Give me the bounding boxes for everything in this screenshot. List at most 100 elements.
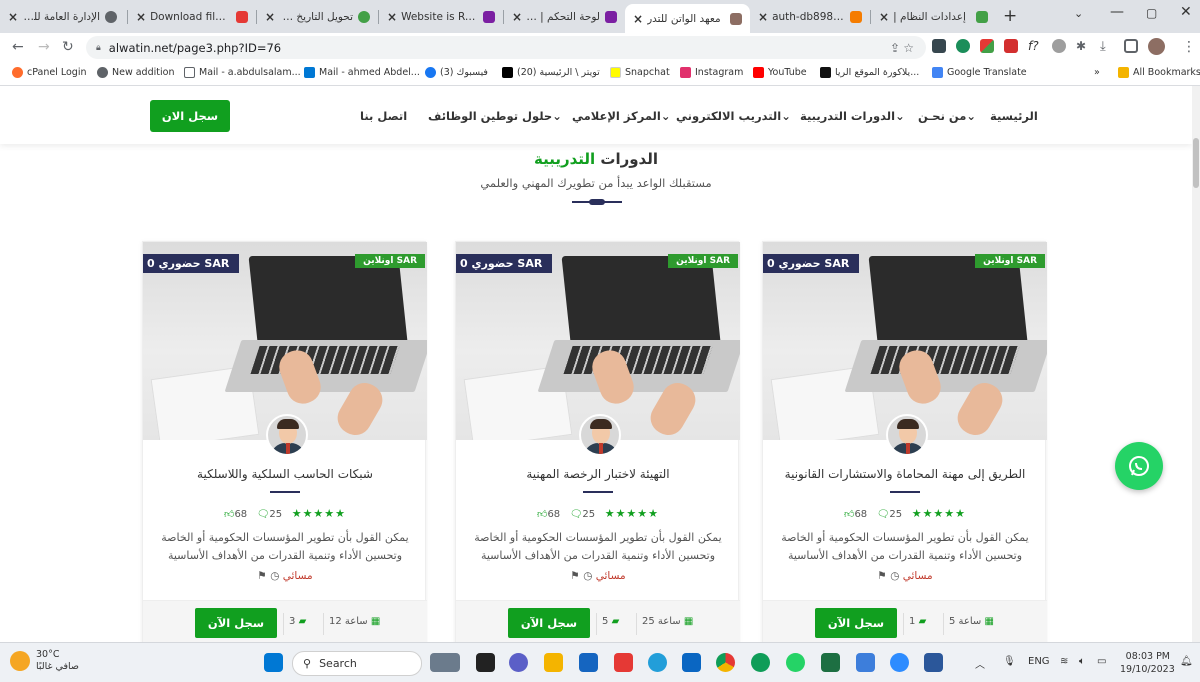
side-panel-icon[interactable]	[1124, 39, 1138, 53]
taskbar-search[interactable]: ⚲ Search	[292, 651, 422, 676]
folder-icon[interactable]	[544, 653, 563, 672]
address-bar[interactable]: 🔒︎ alwatin.net/page3.php?ID=76 ⇪ ☆	[86, 36, 926, 59]
bookmark-mail-2[interactable]: Mail - ahmed Abdel...	[304, 67, 420, 78]
chevron-up-icon[interactable]: ︿	[975, 656, 985, 671]
profile-avatar[interactable]	[1148, 38, 1165, 55]
bookmark-new-addition[interactable]: New addition	[97, 67, 174, 78]
nav-about[interactable]: من نحـن⌄	[918, 109, 976, 123]
close-tab-icon[interactable]: ×	[758, 10, 768, 24]
tab-0[interactable]: × الإدارة العامة للتدر	[0, 5, 125, 29]
whatsapp-icon[interactable]	[786, 653, 805, 672]
tab-3[interactable]: × Website is Ready	[379, 5, 503, 29]
outlook-icon[interactable]	[682, 653, 701, 672]
zoom-icon[interactable]	[890, 653, 909, 672]
chrome-icon[interactable]	[716, 653, 735, 672]
close-window-icon[interactable]: ✕	[1180, 4, 1192, 20]
function-icon[interactable]: f?	[1028, 39, 1042, 53]
nav-courses[interactable]: الدورات التدريبية⌄	[800, 109, 905, 123]
extension-icon[interactable]	[932, 39, 946, 53]
register-now-button[interactable]: سجل الان	[150, 100, 230, 132]
shield-icon[interactable]	[956, 39, 970, 53]
microphone-icon[interactable]: 🎙︎	[1003, 656, 1016, 667]
more-bookmarks-chevron[interactable]: »	[1094, 67, 1100, 78]
course-card[interactable]: اونلاين SAR حضوري 0 SAR الطريق إلى مهنة …	[762, 241, 1047, 642]
tab-4[interactable]: × لوحة التحكم | ger	[504, 5, 625, 29]
new-tab-icon[interactable]: +	[1003, 6, 1017, 26]
close-tab-icon[interactable]: ×	[265, 10, 275, 24]
close-tab-icon[interactable]: ×	[879, 10, 889, 24]
battery-icon[interactable]: ▭	[1097, 656, 1106, 667]
photos-icon[interactable]	[430, 653, 460, 672]
windows-start-icon[interactable]	[264, 653, 283, 672]
tab-7[interactable]: × إعدادات النظام |	[871, 5, 996, 29]
tab-5-active[interactable]: × معهد الواتن للتدر	[625, 4, 750, 33]
database-icon	[850, 11, 862, 23]
back-arrow-icon[interactable]: ←	[12, 39, 24, 55]
reload-icon[interactable]: ↻	[62, 39, 74, 55]
close-tab-icon[interactable]: ×	[8, 10, 18, 24]
anydesk-icon[interactable]	[614, 653, 633, 672]
bookmark-google-translate[interactable]: Google Translate	[932, 67, 1027, 78]
wifi-icon[interactable]: ≋	[1060, 656, 1068, 667]
bookmark-snapchat[interactable]: Snapchat	[610, 67, 670, 78]
telegram-icon[interactable]	[648, 653, 667, 672]
chevron-down-icon[interactable]: ⌄	[1074, 7, 1083, 20]
bookmark-label: Google Translate	[947, 67, 1027, 78]
tab-2[interactable]: × تحويل التاريخ | الى	[257, 5, 378, 29]
bookmark-cpanel[interactable]: cPanel Login	[12, 67, 87, 78]
scrollbar-thumb[interactable]	[1193, 138, 1199, 188]
tab-6[interactable]: × auth-db898.hstg	[750, 5, 870, 29]
all-bookmarks-folder[interactable]: All Bookmarks	[1118, 67, 1200, 78]
notepad-icon[interactable]	[856, 653, 875, 672]
course-card[interactable]: اونلاين SAR حضوري 0 SAR شبكات الحاسب الس…	[142, 241, 427, 642]
system-clock[interactable]: 08:03 PM 19/10/2023	[1120, 650, 1175, 676]
word-icon[interactable]	[924, 653, 943, 672]
course-card[interactable]: اونلاين SAR حضوري 0 SAR التهيئة لاختبار …	[455, 241, 740, 642]
course-title[interactable]: الطريق إلى مهنة المحاماة والاستشارات الق…	[763, 467, 1047, 481]
file-explorer-icon[interactable]	[476, 653, 495, 672]
tab-1[interactable]: × Download file | i	[128, 5, 256, 29]
close-tab-icon[interactable]: ×	[136, 10, 146, 24]
pdf-icon[interactable]	[1004, 39, 1018, 53]
language-indicator[interactable]: ENG	[1028, 656, 1050, 667]
download-icon[interactable]: ⤓	[1100, 39, 1114, 54]
forward-arrow-icon[interactable]: →	[38, 39, 50, 55]
globe-icon[interactable]	[1052, 39, 1066, 53]
speaker-icon[interactable]: 🔈︎	[1079, 656, 1085, 667]
close-tab-icon[interactable]: ×	[633, 12, 643, 26]
page-scrollbar[interactable]	[1192, 86, 1200, 642]
course-register-button[interactable]: سجل الآن	[195, 608, 277, 638]
course-register-button[interactable]: سجل الآن	[815, 608, 897, 638]
kebab-menu-icon[interactable]: ⋮	[1182, 39, 1196, 55]
weather-widget[interactable]: 30°C صافي غالبًا	[10, 649, 79, 673]
bookmark-youtube[interactable]: YouTube	[753, 67, 807, 78]
course-register-button[interactable]: سجل الآن	[508, 608, 590, 638]
bookmark-yallakora[interactable]: يلاكورة الموقع الريا...	[820, 67, 919, 78]
bookmark-twitter[interactable]: (20) تويتر \ الرئيسية	[502, 67, 600, 78]
notification-bell-icon[interactable]: 🔔︎	[1180, 656, 1193, 667]
bookmark-instagram[interactable]: Instagram	[680, 67, 743, 78]
star-icon[interactable]: ☆	[903, 41, 914, 55]
app-icon[interactable]	[579, 653, 598, 672]
restore-icon[interactable]: ▢	[1146, 6, 1157, 20]
nav-localization[interactable]: حلول توطين الوظائف⌄	[428, 109, 562, 123]
bookmark-label: New addition	[112, 67, 175, 78]
bookmark-facebook[interactable]: (3) فيسبوك	[425, 67, 488, 78]
edge-icon[interactable]	[751, 653, 770, 672]
nav-media-center[interactable]: المركز الإعلامي⌄	[572, 109, 670, 123]
close-tab-icon[interactable]: ×	[512, 10, 522, 24]
chat-icon[interactable]	[509, 653, 528, 672]
share-icon[interactable]: ⇪	[890, 41, 900, 55]
close-tab-icon[interactable]: ×	[387, 10, 397, 24]
bookmark-mail-1[interactable]: Mail - a.abdulsalam...	[184, 67, 301, 78]
whatsapp-chat-button[interactable]	[1115, 442, 1163, 490]
excel-icon[interactable]	[821, 653, 840, 672]
puzzle-icon[interactable]: ✱	[1076, 39, 1090, 53]
minimize-icon[interactable]: —	[1110, 4, 1124, 20]
extension-icon[interactable]	[980, 39, 994, 53]
course-title[interactable]: شبكات الحاسب السلكية واللاسلكية	[143, 467, 427, 481]
nav-elearning[interactable]: التدريب الالكتروني⌄	[676, 109, 791, 123]
course-title[interactable]: التهيئة لاختبار الرخصة المهنية	[456, 467, 740, 481]
nav-contact[interactable]: اتصل بنا	[360, 109, 407, 123]
nav-home[interactable]: الرئيسية	[990, 109, 1038, 123]
